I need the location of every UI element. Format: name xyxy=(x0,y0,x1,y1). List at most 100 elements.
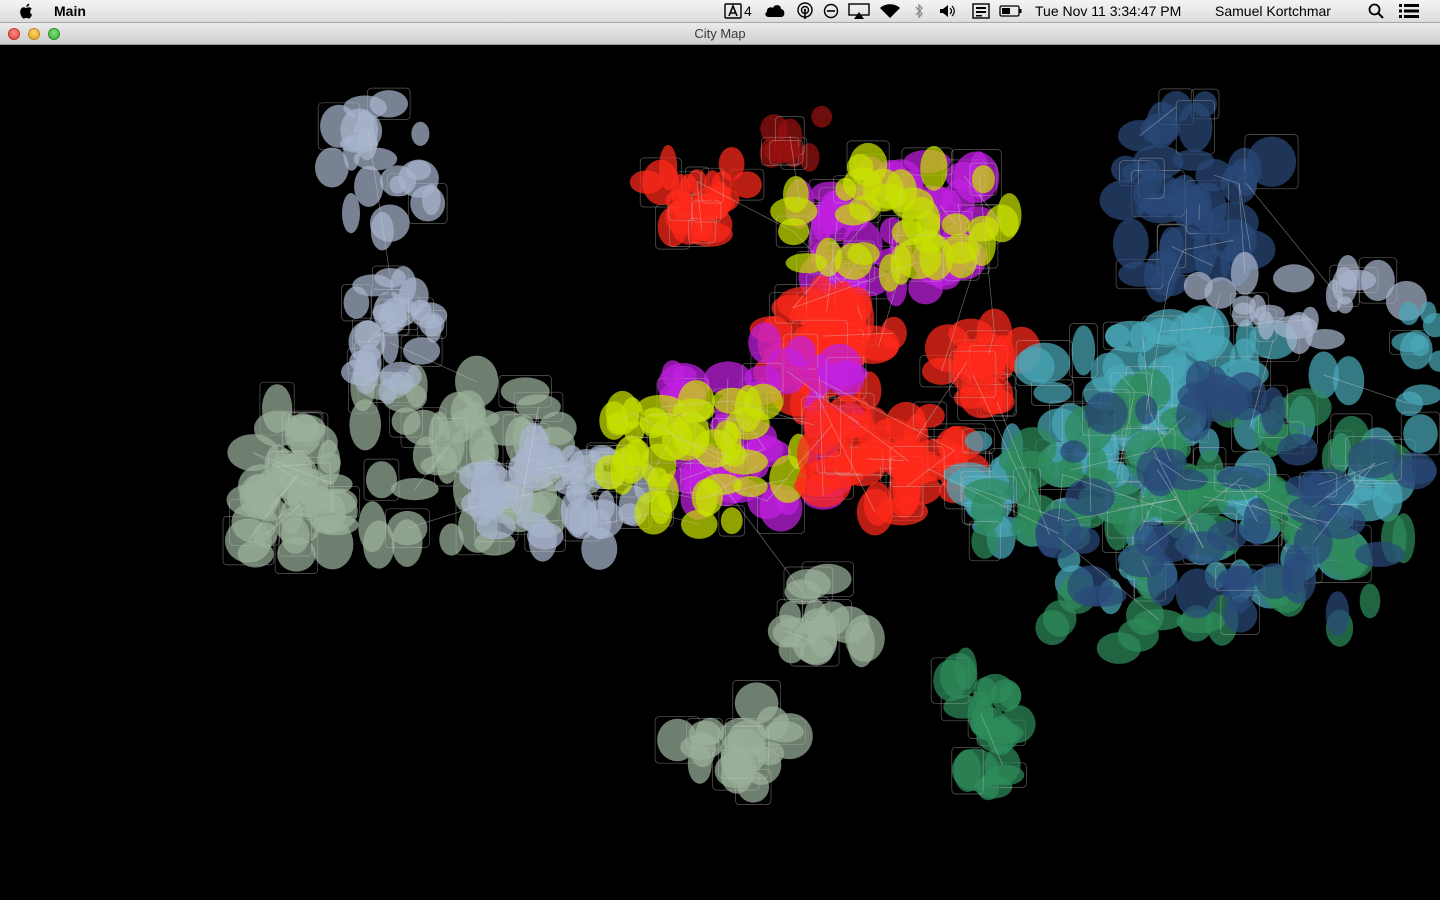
map-node-0-61 xyxy=(284,413,321,456)
map-node-19-20 xyxy=(1400,458,1437,484)
map-node-14-14 xyxy=(848,621,875,668)
map-node-20-18 xyxy=(1273,264,1315,293)
map-node-12-35 xyxy=(856,488,894,536)
spotlight-icon[interactable] xyxy=(1368,0,1384,22)
map-node-14-8 xyxy=(786,569,831,600)
do-not-disturb-icon[interactable] xyxy=(823,0,839,22)
map-node-2-22 xyxy=(352,274,394,297)
menu-bar: Main 4 Tue Nov 11 3:34:47 PM Samuel Kort… xyxy=(0,0,1440,23)
wifi-icon[interactable] xyxy=(879,0,901,22)
map-node-19-9 xyxy=(1277,433,1318,466)
map-node-16-30 xyxy=(1193,227,1217,275)
adobe-icon[interactable] xyxy=(724,0,742,22)
cloud-icon[interactable] xyxy=(763,0,787,22)
app-menu-name[interactable]: Main xyxy=(54,3,86,19)
user-name[interactable]: Samuel Kortchmar xyxy=(1215,3,1331,19)
map-node-3-39 xyxy=(532,444,562,462)
map-node-8-33 xyxy=(942,233,980,264)
map-node-5-17 xyxy=(629,170,664,194)
window-title: City Map xyxy=(694,26,746,41)
map-node-21-18 xyxy=(974,707,1006,735)
map-node-20-2 xyxy=(1230,251,1259,295)
map-node-16-36 xyxy=(1172,149,1214,171)
notification-center-icon[interactable] xyxy=(1398,0,1420,22)
map-node-1-20 xyxy=(355,110,374,141)
map-node-19-3 xyxy=(1175,568,1219,619)
map-node-0-60 xyxy=(349,399,382,451)
map-node-8-25 xyxy=(835,177,857,201)
input-source-icon[interactable] xyxy=(972,0,990,22)
map-node-4-13 xyxy=(239,473,281,520)
podcast-icon[interactable] xyxy=(796,0,814,22)
city-map-visualization[interactable] xyxy=(0,45,1440,900)
battery-icon[interactable] xyxy=(999,0,1023,22)
apple-icon[interactable] xyxy=(18,2,36,20)
map-node-17-72 xyxy=(1033,381,1072,404)
map-node-8-32 xyxy=(890,243,912,285)
map-node-18-54 xyxy=(971,523,999,559)
map-node-18-79 xyxy=(1087,447,1108,482)
map-node-21-19 xyxy=(940,652,978,700)
map-node-3-28 xyxy=(526,522,564,550)
map-node-16-29 xyxy=(1178,102,1213,153)
map-node-1-17 xyxy=(406,160,431,181)
map-node-16-39 xyxy=(1156,250,1181,286)
map-node-19-36 xyxy=(1325,591,1350,637)
map-node-12-29 xyxy=(793,474,839,497)
map-node-15-14 xyxy=(695,717,725,746)
window-title-bar[interactable]: City Map xyxy=(0,23,1440,45)
map-node-8-16 xyxy=(997,193,1022,237)
map-node-19-32 xyxy=(1084,391,1128,434)
map-node-19-11 xyxy=(1355,541,1405,567)
map-node-4-12 xyxy=(237,540,274,568)
map-node-12-34 xyxy=(915,403,945,428)
map-node-17-83 xyxy=(1333,356,1365,406)
map-node-15-18 xyxy=(756,706,790,740)
map-node-1-11 xyxy=(422,183,441,216)
map-node-20-16 xyxy=(1338,269,1377,291)
map-node-10-28 xyxy=(748,322,782,364)
map-node-18-23 xyxy=(1096,632,1142,664)
map-node-5-20 xyxy=(659,144,678,191)
map-node-15-12 xyxy=(687,743,712,784)
map-node-17-105 xyxy=(1105,320,1160,353)
map-node-11-15 xyxy=(677,380,715,423)
map-node-17-80 xyxy=(964,430,993,452)
menu-clock[interactable]: Tue Nov 11 3:34:47 PM xyxy=(1035,3,1181,19)
map-node-1-19 xyxy=(342,193,360,234)
map-node-5-23 xyxy=(703,170,722,202)
city-map-canvas[interactable] xyxy=(0,45,1440,900)
map-node-1-16 xyxy=(315,147,349,188)
map-node-10-36 xyxy=(661,360,684,388)
map-node-5-21 xyxy=(694,202,719,221)
map-node-12-39 xyxy=(797,433,818,476)
map-node-11-9 xyxy=(720,507,743,535)
map-node-5-22 xyxy=(718,147,745,181)
map-node-19-41 xyxy=(1117,543,1165,578)
map-node-19-42 xyxy=(1297,470,1328,507)
map-node-21-13 xyxy=(953,749,982,792)
map-node-18-18 xyxy=(1359,583,1381,619)
map-node-8-27 xyxy=(783,176,809,213)
map-node-11-32 xyxy=(625,439,650,467)
map-node-1-21 xyxy=(369,204,410,242)
map-node-0-69 xyxy=(366,461,397,499)
bluetooth-icon[interactable] xyxy=(914,0,924,22)
airplay-icon[interactable] xyxy=(848,0,870,22)
map-node-22-9 xyxy=(1410,335,1429,357)
map-node-3-34 xyxy=(597,490,615,521)
map-node-8-24 xyxy=(920,145,948,191)
map-node-10-29 xyxy=(828,359,865,397)
map-node-4-16 xyxy=(281,517,310,554)
map-node-14-15 xyxy=(767,614,804,648)
map-node-22-8 xyxy=(1403,414,1438,453)
map-node-3-27 xyxy=(568,502,588,538)
map-node-16-20 xyxy=(1207,202,1259,244)
map-node-20-19 xyxy=(1232,295,1256,315)
map-node-6-1 xyxy=(811,105,832,128)
map-node-2-18 xyxy=(389,370,413,395)
map-node-8-30 xyxy=(890,187,934,220)
map-node-8-28 xyxy=(846,154,874,180)
volume-icon[interactable] xyxy=(938,0,958,22)
map-node-6-7 xyxy=(771,142,801,163)
